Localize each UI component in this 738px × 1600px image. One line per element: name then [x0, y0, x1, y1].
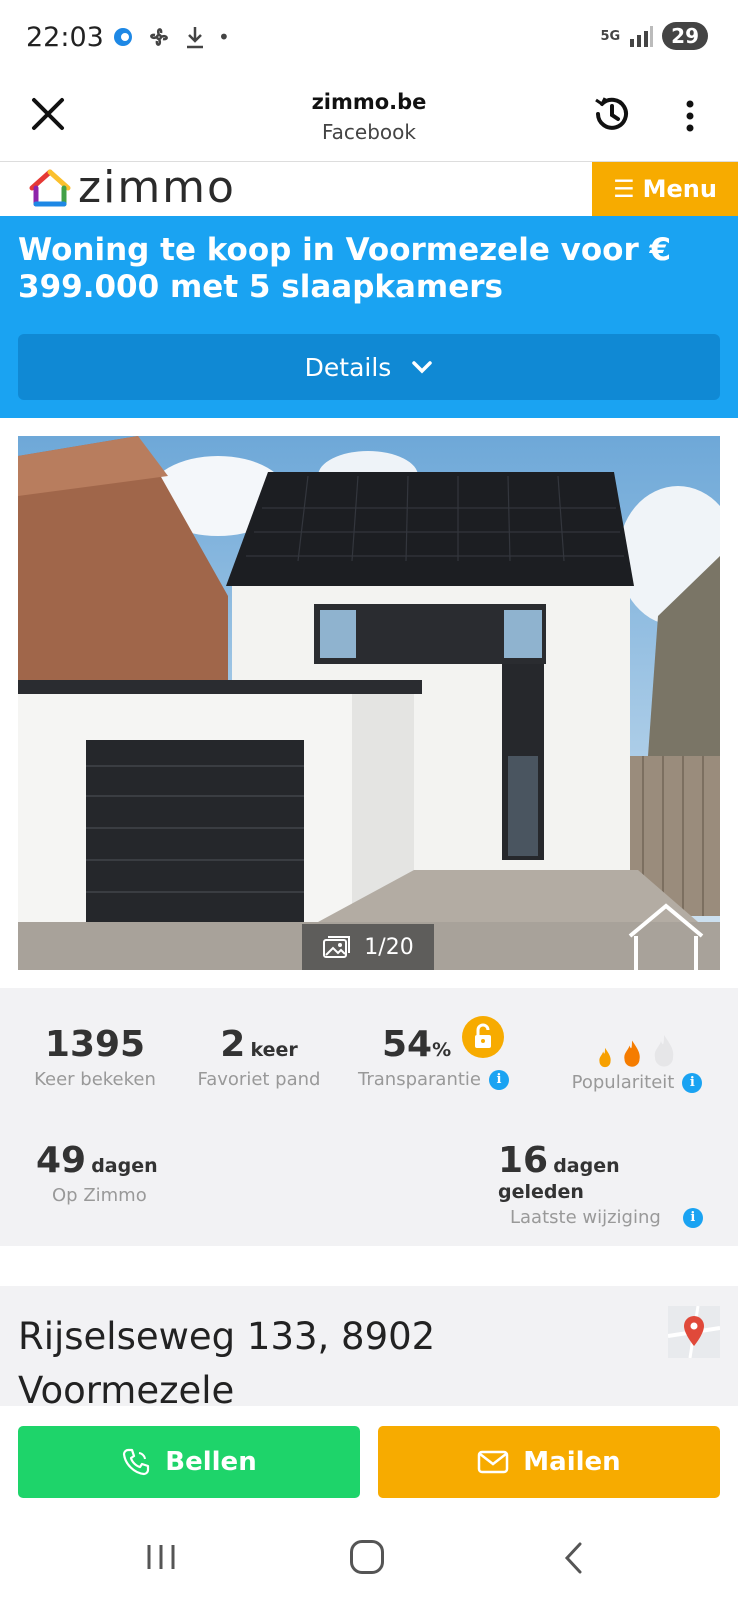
mail-label: Mailen — [523, 1447, 621, 1477]
listing-address: Rijselseweg 133, 8902 Voormezele — [18, 1315, 436, 1412]
views-label: Keer bekeken — [34, 1069, 156, 1090]
address-card: Rijselseweg 133, 8902 Voormezele — [0, 1286, 738, 1412]
call-label: Bellen — [165, 1447, 257, 1477]
network-label: 5G — [600, 28, 621, 44]
home-icon[interactable] — [350, 1540, 384, 1574]
photo-counter-text: 1/20 — [364, 934, 414, 960]
favorites-label: Favoriet pand — [197, 1069, 321, 1090]
status-right: 5G 29 — [600, 22, 708, 50]
views-value: 1395 — [44, 1024, 146, 1065]
listing-photo[interactable]: 1/20 — [18, 436, 720, 970]
gallery-icon — [323, 936, 351, 958]
last-change-value: 16 — [498, 1140, 549, 1181]
hamburger-icon: ☰ — [613, 175, 635, 203]
battery-indicator: 29 — [662, 22, 708, 50]
mail-button[interactable]: Mailen — [378, 1426, 720, 1498]
site-header: zimmo ☰ Menu — [0, 162, 738, 216]
on-zimmo-unit: dagen — [91, 1155, 158, 1177]
listing-title: Woning te koop in Voormezele voor € 399.… — [18, 232, 672, 305]
details-button[interactable]: Details — [18, 334, 720, 400]
unlock-icon — [462, 1016, 504, 1058]
contact-action-bar: Bellen Mailen — [0, 1406, 738, 1516]
more-options-icon[interactable] — [680, 96, 700, 136]
call-button[interactable]: Bellen — [18, 1426, 360, 1498]
dot-icon: • — [218, 25, 230, 49]
menu-label: Menu — [642, 175, 717, 203]
stat-popularity: Populariteit i — [562, 1024, 712, 1093]
info-icon[interactable]: i — [682, 1073, 703, 1093]
in-app-browser-bar: zimmo.be Facebook — [0, 78, 738, 162]
recent-apps-icon[interactable] — [144, 1542, 178, 1572]
back-icon[interactable] — [562, 1540, 586, 1576]
on-zimmo-value: 49 — [36, 1140, 87, 1181]
logo-text: zimmo — [78, 162, 236, 213]
flame-icon — [624, 1040, 640, 1067]
edge-icon — [114, 28, 132, 46]
stat-last-change: 16 dagen geleden Laatste wijziging i — [498, 1140, 710, 1228]
download-icon — [187, 27, 203, 49]
transparency-label: Transparantie — [358, 1069, 481, 1090]
transparency-value: 54 — [382, 1024, 433, 1065]
phone-icon — [123, 1448, 150, 1476]
chevron-down-icon — [412, 361, 433, 374]
menu-button[interactable]: ☰ Menu — [592, 162, 738, 216]
listing-title-band: Woning te koop in Voormezele voor € 399.… — [0, 216, 738, 418]
stat-favorites: 2 keer Favoriet pand — [194, 1024, 324, 1090]
zimmo-logo[interactable]: zimmo — [28, 162, 236, 213]
fan-icon — [150, 28, 168, 46]
status-time: 22:03 — [26, 22, 104, 53]
signal-icon — [630, 26, 654, 47]
mail-icon — [478, 1450, 509, 1474]
transparency-unit: % — [432, 1039, 452, 1061]
notification-icons: • — [112, 24, 230, 50]
favorites-value: 2 — [220, 1024, 246, 1065]
history-icon[interactable] — [590, 92, 634, 136]
info-icon[interactable]: i — [489, 1070, 509, 1090]
on-zimmo-label: Op Zimmo — [52, 1185, 147, 1206]
android-nav-bar — [0, 1516, 738, 1600]
stat-on-zimmo: 49 dagen Op Zimmo — [36, 1140, 196, 1206]
details-label: Details — [304, 352, 392, 382]
status-bar: 22:03 • 5G 29 — [0, 0, 738, 78]
favorites-unit: keer — [250, 1039, 298, 1061]
flame-icon — [599, 1047, 611, 1068]
house-photo — [18, 436, 720, 970]
last-change-label: Laatste wijziging — [510, 1207, 661, 1228]
flame-empty-icon — [654, 1035, 674, 1067]
stat-views: 1395 Keer bekeken — [30, 1024, 160, 1090]
map-pin-icon[interactable] — [667, 1305, 721, 1359]
house-logo-icon — [29, 169, 71, 206]
info-icon[interactable]: i — [682, 1208, 703, 1228]
popularity-label: Populariteit — [571, 1072, 675, 1093]
popularity-flames — [562, 1024, 712, 1068]
photo-counter: 1/20 — [302, 924, 434, 970]
